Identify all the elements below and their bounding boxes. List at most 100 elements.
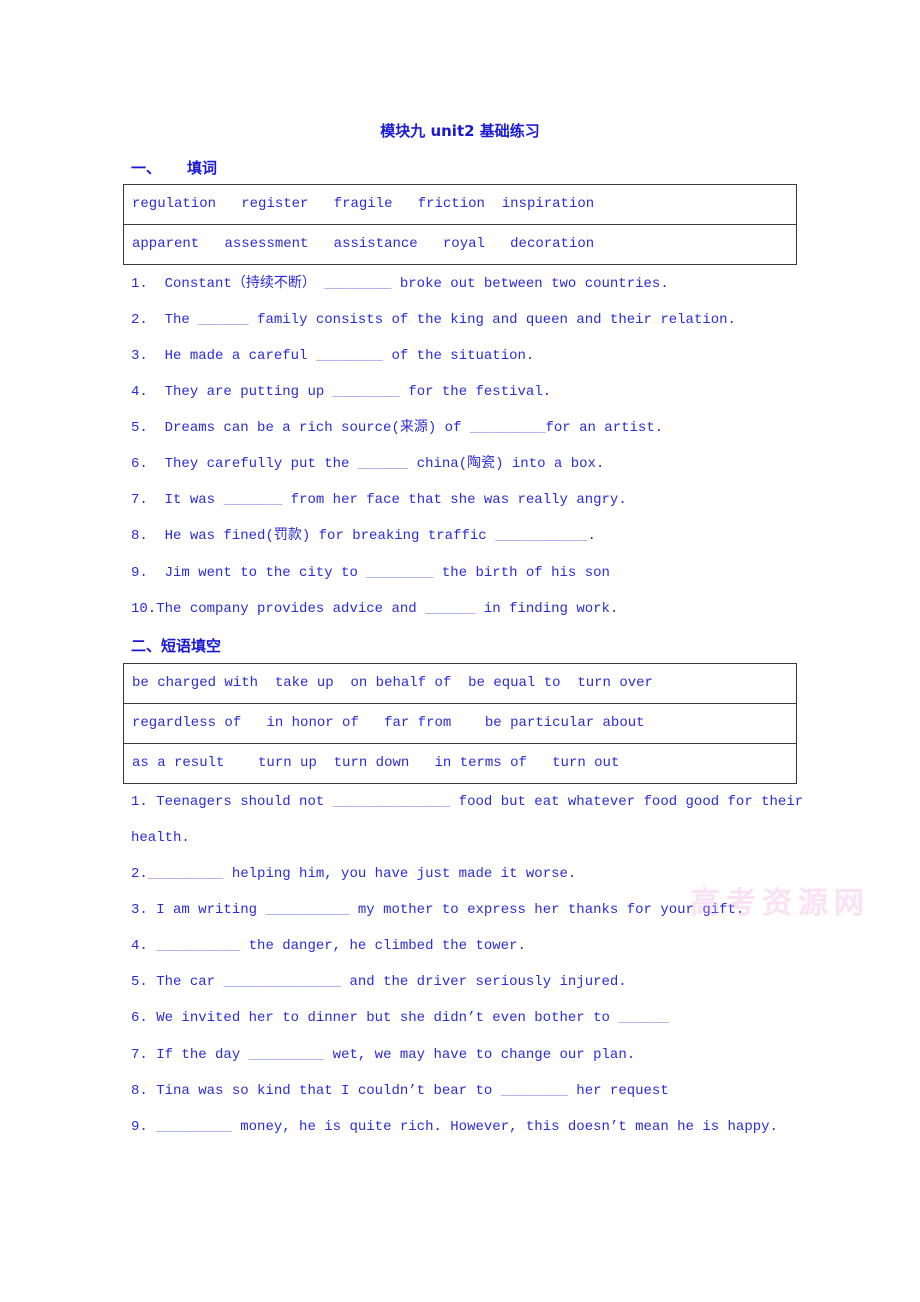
section-2-title: 短语填空 (161, 637, 222, 655)
question-item: 9. _________ money, he is quite rich. Ho… (131, 1117, 778, 1137)
phrase-bank-item: far from (384, 715, 452, 731)
question-number: 7. (131, 492, 148, 508)
phrase-bank-item: as a result (132, 755, 225, 771)
question-text: her request (567, 1083, 669, 1099)
section-2-number: 二、 (131, 637, 162, 655)
phrase-bank-item: be particular about (484, 715, 645, 731)
question-continuation: health. (131, 830, 190, 846)
question-number: 9. (131, 565, 148, 581)
phrase-bank-item: take up (274, 675, 334, 691)
question-text: the danger, he climbed the tower. (240, 938, 526, 954)
question-item: 7. It was _______ from her face that she… (131, 490, 627, 510)
question-item: 1. Teenagers should not ______________ f… (131, 792, 803, 812)
question-number: 2. (131, 866, 148, 882)
answer-blank[interactable]: ______ (198, 312, 248, 328)
answer-blank[interactable]: ___________ (495, 528, 587, 544)
question-number: 8. (131, 1083, 148, 1099)
phrase-bank-item: be equal to (468, 675, 561, 691)
word-bank-table: regulation register fragile friction ins… (123, 184, 797, 265)
phrase-bank-item: in terms of (434, 755, 527, 771)
question-number: 8. (131, 528, 148, 544)
question-text: The car (156, 974, 216, 990)
question-text: He made a careful (164, 348, 308, 364)
answer-blank[interactable]: ________ (501, 1083, 568, 1099)
answer-blank[interactable]: __________ (156, 938, 240, 954)
question-text: The (164, 312, 190, 328)
question-text: . (587, 528, 596, 544)
question-item: 10.The company provides advice and _____… (131, 599, 618, 619)
question-number: 1. (131, 276, 148, 292)
answer-blank[interactable]: ________ (316, 348, 383, 364)
question-number: 5. (131, 974, 148, 990)
question-text: food but eat whatever food good for thei… (450, 794, 804, 810)
section-1-number: 一、 (131, 159, 162, 177)
answer-blank[interactable]: ________ (333, 384, 400, 400)
answer-blank[interactable]: _______ (223, 492, 282, 508)
question-number: 2. (131, 312, 148, 328)
question-item: 2. The ______ family consists of the kin… (131, 310, 736, 330)
question-text: If the day (156, 1047, 241, 1063)
question-item: 8. Tina was so kind that I couldn’t bear… (131, 1081, 669, 1101)
answer-blank[interactable]: _________ (148, 866, 224, 882)
phrase-bank-item: regardless of (132, 715, 242, 731)
question-text: in finding work. (475, 601, 619, 617)
question-item: 8. He was fined(罚款) for breaking traffic… (131, 526, 596, 546)
question-text: helping him, you have just made it worse… (223, 866, 577, 882)
word-bank-item: decoration (510, 236, 595, 252)
question-number: 4. (131, 384, 148, 400)
answer-blank[interactable]: ______ (358, 456, 408, 472)
phrase-bank-item: in honor of (266, 715, 359, 731)
question-text: money, he is quite rich. However, this d… (231, 1119, 778, 1135)
question-number: 3. (131, 348, 148, 364)
question-text: broke out between two countries. (391, 276, 669, 292)
question-number: 1. (131, 794, 148, 810)
question-number: 6. (131, 456, 148, 472)
phrase-bank-item: turn down (333, 755, 410, 771)
answer-blank[interactable]: __________ (265, 902, 349, 918)
answer-blank[interactable]: _________ (156, 1119, 232, 1135)
answer-blank[interactable]: ________ (366, 565, 433, 581)
word-bank-item: inspiration (501, 196, 595, 212)
question-item: 5. The car ______________ and the driver… (131, 972, 627, 992)
answer-blank[interactable]: ______________ (333, 794, 451, 810)
question-number: 5. (131, 420, 148, 436)
answer-blank[interactable]: ______ (618, 1010, 668, 1026)
answer-blank[interactable]: _________ (249, 1047, 325, 1063)
question-item: 6. They carefully put the ______ china(陶… (131, 454, 604, 474)
question-text: china(陶瓷) into a box. (408, 456, 605, 472)
question-text: Constant（持续不断） (164, 276, 316, 292)
phrase-bank-item: turn over (577, 675, 653, 691)
word-bank-item: register (241, 196, 309, 212)
question-item: 7. If the day _________ wet, we may have… (131, 1045, 635, 1065)
answer-blank[interactable]: ______________ (223, 974, 341, 990)
question-number: 7. (131, 1047, 148, 1063)
question-text: It was (164, 492, 216, 508)
answer-blank[interactable]: ______ (425, 601, 475, 617)
question-text: I am writing (156, 902, 258, 918)
phrase-bank-item: on behalf of (350, 675, 452, 691)
question-text: from her face that she was really angry. (282, 492, 627, 508)
page-title: 模块九 unit2 基础练习 (380, 122, 540, 140)
question-text: for the festival. (399, 384, 552, 400)
question-text: They are putting up (164, 384, 325, 400)
watermark: 高考资源网 (690, 886, 870, 921)
phrase-bank-row: regardless of in honor of far from be pa… (124, 704, 796, 744)
question-text: and the driver seriously injured. (341, 974, 627, 990)
question-text: He was fined(罚款) for breaking traffic (164, 528, 487, 544)
section-1-title: 填词 (187, 159, 218, 177)
question-text: the birth of his son (433, 565, 610, 581)
word-bank-item: apparent (132, 236, 200, 252)
question-item: 3. I am writing __________ my mother to … (131, 900, 744, 920)
question-number: 3. (131, 902, 148, 918)
question-text: Tina was so kind that I couldn’t bear to (156, 1083, 493, 1099)
answer-blank[interactable]: ________ (324, 276, 391, 292)
word-bank-item: fragile (333, 196, 393, 212)
phrase-bank-row: as a result turn up turn down in terms o… (124, 744, 796, 783)
word-bank-item: assessment (224, 236, 309, 252)
question-text: for an artist. (545, 420, 664, 436)
question-number: 9. (131, 1119, 148, 1135)
phrase-bank-row: be charged with take up on behalf of be … (124, 664, 796, 704)
answer-blank[interactable]: _________ (470, 420, 546, 436)
question-item: 9. Jim went to the city to ________ the … (131, 563, 610, 583)
question-item: 4. __________ the danger, he climbed the… (131, 936, 526, 956)
